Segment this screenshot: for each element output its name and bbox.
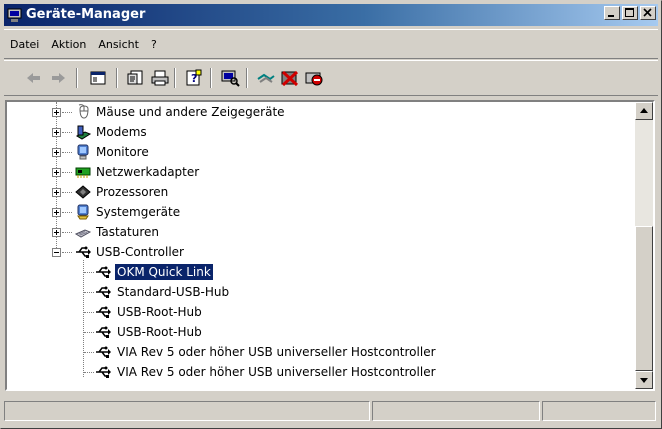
toolbar-separator	[174, 68, 176, 88]
update-driver-icon[interactable]	[256, 69, 276, 87]
print-icon[interactable]	[150, 69, 170, 87]
tree-label: VIA Rev 5 oder höher USB universeller Ho…	[117, 365, 436, 379]
maximize-button[interactable]	[622, 6, 638, 20]
tree-label: USB-Root-Hub	[117, 305, 202, 319]
toolbar-separator	[76, 68, 78, 88]
expand-toggle[interactable]	[52, 148, 61, 157]
usb-icon	[96, 346, 111, 358]
scroll-down-arrow-icon	[640, 378, 648, 383]
expand-toggle[interactable]	[52, 188, 61, 197]
keyboard-icon	[75, 229, 91, 238]
tree-label: Tastaturen	[96, 225, 159, 239]
device-manager-window: Geräte-Manager Datei Aktion Ansicht ? ? …	[0, 0, 662, 429]
expand-toggle[interactable]	[52, 208, 61, 217]
tree-label: Netzwerkadapter	[96, 165, 200, 179]
tree-label: Mäuse und andere Zeigegeräte	[96, 105, 285, 119]
usb-icon	[96, 286, 111, 298]
toolbar-separator	[116, 68, 118, 88]
device-manager-icon	[7, 8, 22, 22]
tree-label: Prozessoren	[96, 185, 169, 199]
back-arrow-icon[interactable]	[24, 69, 44, 87]
usb-icon	[96, 266, 111, 278]
expand-toggle[interactable]	[52, 128, 61, 137]
menu-help[interactable]: ?	[145, 38, 163, 51]
tree-label: USB-Root-Hub	[117, 325, 202, 339]
vertical-scrollbar[interactable]	[635, 102, 653, 389]
expand-toggle[interactable]	[52, 168, 61, 177]
device-tree-panel: Mäuse und andere Zeigegeräte Modems Moni…	[5, 100, 655, 391]
status-pane-2	[372, 401, 540, 421]
status-pane-main	[4, 401, 370, 421]
forward-arrow-icon[interactable]	[48, 69, 68, 87]
show-hide-console-tree-icon[interactable]	[88, 69, 108, 87]
tree-label: Modems	[96, 125, 147, 139]
toolbar: ?	[4, 60, 658, 96]
usb-icon	[96, 366, 111, 378]
device-tree: Mäuse und andere Zeigegeräte Modems Moni…	[7, 102, 631, 389]
uninstall-icon[interactable]	[280, 69, 300, 87]
tree-label: USB-Controller	[96, 245, 184, 259]
toolbar-separator	[246, 68, 248, 88]
modem-icon	[75, 125, 91, 140]
title-bar[interactable]: Geräte-Manager	[4, 4, 658, 26]
maximize-icon	[625, 8, 634, 17]
usb-icon	[96, 326, 111, 338]
tree-label: Systemgeräte	[96, 205, 181, 219]
scroll-thumb[interactable]	[635, 226, 653, 371]
minimize-button[interactable]	[604, 6, 620, 20]
processor-icon	[75, 185, 91, 199]
minimize-icon	[608, 15, 614, 17]
collapse-toggle[interactable]	[52, 248, 61, 257]
menu-view[interactable]: Ansicht	[92, 38, 145, 51]
status-pane-3	[542, 401, 656, 421]
expand-toggle[interactable]	[52, 228, 61, 237]
menu-file[interactable]: Datei	[4, 38, 45, 51]
tree-label: Monitore	[96, 145, 149, 159]
window-title: Geräte-Manager	[26, 7, 146, 22]
close-icon	[643, 8, 652, 17]
menu-bar: Datei Aktion Ansicht ?	[4, 29, 658, 59]
monitor-icon	[77, 144, 89, 160]
scroll-up-arrow-icon	[640, 108, 648, 113]
tree-connector-line	[83, 260, 85, 377]
tree-label-selected: OKM Quick Link	[114, 263, 214, 281]
toolbar-separator	[210, 68, 212, 88]
disable-device-icon[interactable]	[304, 69, 324, 87]
mouse-icon	[78, 104, 89, 119]
close-button[interactable]	[640, 6, 656, 20]
system-device-icon	[77, 204, 89, 220]
status-bar	[4, 399, 658, 423]
tree-label: Standard-USB-Hub	[117, 285, 230, 299]
scroll-up-button[interactable]	[635, 102, 653, 120]
menu-action[interactable]: Aktion	[45, 38, 92, 51]
scan-hardware-icon[interactable]	[220, 69, 240, 87]
help-icon[interactable]: ?	[184, 69, 204, 87]
properties-icon[interactable]	[126, 69, 146, 87]
tree-label: VIA Rev 5 oder höher USB universeller Ho…	[117, 345, 436, 359]
usb-icon	[76, 246, 91, 258]
usb-icon	[96, 306, 111, 318]
scroll-down-button[interactable]	[635, 371, 653, 389]
network-adapter-icon	[75, 167, 91, 178]
expand-toggle[interactable]	[52, 108, 61, 117]
